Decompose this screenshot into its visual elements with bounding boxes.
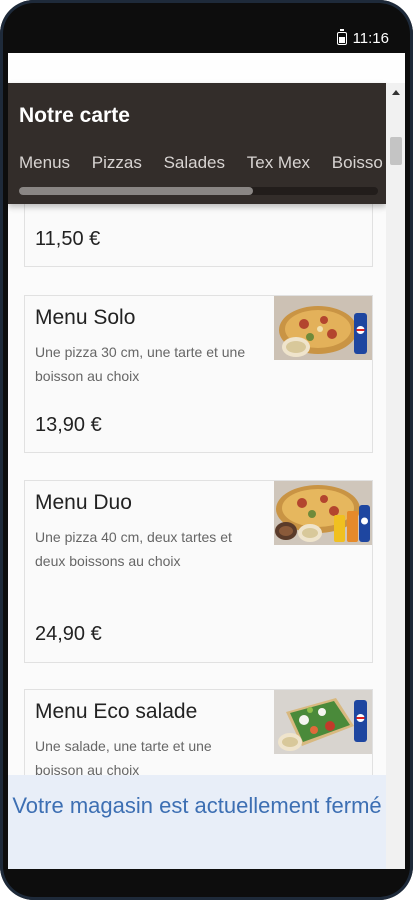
menu-title: Menu Solo (35, 306, 136, 329)
tab-boissons[interactable]: Boisso (332, 153, 383, 173)
app-screen: Notre carte Menus Pizzas Salades Tex Mex… (8, 53, 405, 869)
menu-title: Menu Duo (35, 491, 132, 514)
tab-tex-mex[interactable]: Tex Mex (247, 153, 310, 173)
phone-frame: 11:16 Notre carte Menus Pizzas Salades T… (0, 0, 413, 900)
tab-scroll-thumb[interactable] (19, 187, 253, 195)
battery-icon (336, 29, 347, 45)
tab-pizzas[interactable]: Pizzas (92, 153, 142, 173)
category-tabs: Menus Pizzas Salades Tex Mex Boisso (19, 153, 386, 177)
pizza-menu-image (274, 481, 372, 545)
menu-title: Menu Eco salade (35, 700, 198, 723)
store-closed-banner: Votre magasin est actuellement fermé (8, 775, 386, 869)
store-closed-text: Votre magasin est actuellement fermé (12, 793, 382, 818)
menu-card-duo[interactable]: Menu Duo Une pizza 40 cm, deux tartes et… (24, 480, 373, 663)
menu-header: Notre carte Menus Pizzas Salades Tex Mex… (8, 83, 386, 204)
scroll-thumb[interactable] (390, 137, 402, 165)
tab-menus[interactable]: Menus (19, 153, 70, 173)
tab-salades[interactable]: Salades (164, 153, 225, 173)
status-bar: 11:16 (8, 28, 405, 53)
scroll-up-arrow-icon[interactable] (392, 90, 400, 95)
page-scrollbar[interactable] (386, 83, 405, 869)
menu-price: 24,90 € (35, 623, 102, 645)
tab-scroll-track[interactable] (19, 187, 378, 195)
menu-card-solo[interactable]: Menu Solo Une pizza 30 cm, une tarte et … (24, 295, 373, 453)
menu-description: Une pizza 40 cm, deux tartes et deux boi… (35, 529, 232, 569)
menu-price: 11,50 € (35, 228, 101, 250)
menu-description: Une pizza 30 cm, une tarte et une boisso… (35, 344, 246, 384)
top-spacer (8, 53, 405, 83)
menu-card[interactable]: 11,50 € (24, 195, 373, 267)
page-title: Notre carte (19, 104, 130, 127)
menu-price: 13,90 € (35, 414, 102, 436)
status-time: 11:16 (352, 30, 389, 47)
salad-menu-image (274, 690, 372, 754)
pizza-menu-image (274, 296, 372, 360)
